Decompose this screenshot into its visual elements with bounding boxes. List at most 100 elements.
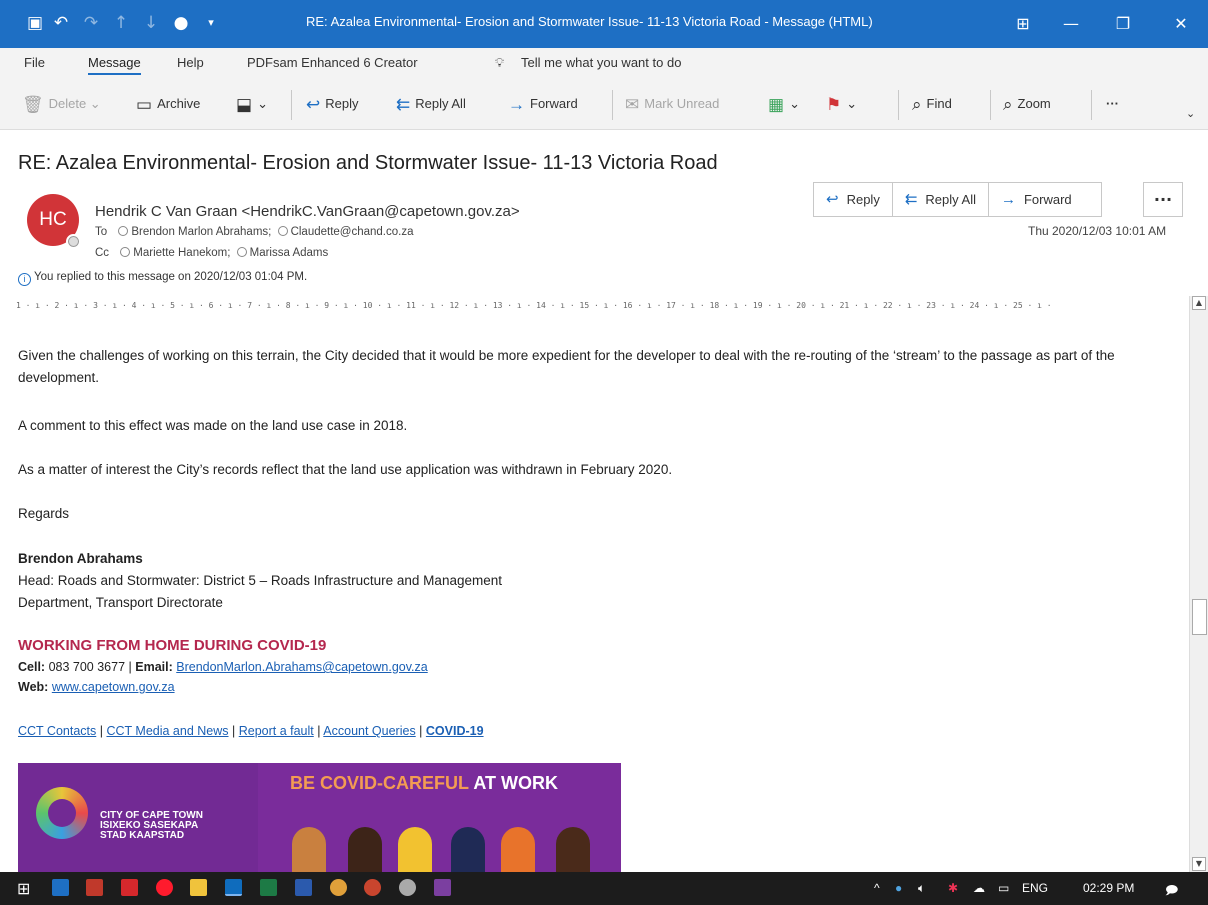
recipient[interactable]: Marissa Adams: [250, 247, 329, 259]
header-reply-button[interactable]: ↩ Reply: [814, 183, 893, 216]
link-account-queries[interactable]: Account Queries: [323, 724, 415, 738]
opera-icon[interactable]: [156, 879, 173, 896]
monitor-icon[interactable]: ▭: [998, 881, 1009, 895]
signature-title: Head: Roads and Stormwater: District 5 –…: [18, 573, 502, 588]
signature-department: Department, Transport Directorate: [18, 595, 223, 610]
body-paragraph: Given the challenges of working on this …: [18, 348, 1115, 385]
covid-heading: WORKING FROM HOME DURING COVID-19: [18, 637, 327, 654]
scroll-down-icon[interactable]: ▼: [1192, 857, 1206, 871]
message-actions: ↩ Reply ⇇ Reply All → Forward: [813, 182, 1102, 217]
banner-title: BE COVID-CAREFUL AT WORK: [290, 773, 558, 793]
onenote-icon[interactable]: [434, 879, 451, 896]
recipient[interactable]: Claudette@chand.co.za: [291, 226, 414, 238]
close-button[interactable]: ✕: [1158, 0, 1204, 48]
envelope-icon: ✉: [625, 94, 640, 114]
mark-unread-button[interactable]: ✉ Mark Unread: [625, 92, 719, 116]
windows-start-icon[interactable]: ⊞: [17, 879, 30, 899]
contact-line: Cell: 083 700 3677 | Email: BrendonMarlo…: [18, 660, 428, 674]
separator: [990, 90, 991, 120]
ribbon-display-options-icon[interactable]: ⊞: [1000, 0, 1046, 48]
excel-icon[interactable]: [260, 879, 277, 896]
email-link[interactable]: BrendonMarlon.Abrahams@capetown.gov.za: [176, 660, 427, 674]
banner-logo-area: CITY OF CAPE TOWN ISIXEKO SASEKAPA STAD …: [18, 763, 258, 873]
org-name: CITY OF CAPE TOWN ISIXEKO SASEKAPA STAD …: [100, 810, 203, 841]
forward-button[interactable]: → Forward: [508, 92, 578, 116]
more-actions-button[interactable]: ···: [1143, 182, 1183, 217]
volume-icon[interactable]: 🔈︎: [918, 881, 925, 896]
covid-banner[interactable]: CITY OF CAPE TOWN ISIXEKO SASEKAPA STAD …: [18, 763, 621, 873]
find-button[interactable]: ⌕ Find: [912, 92, 952, 116]
network-app-icon[interactable]: ●: [895, 881, 902, 895]
separator: [898, 90, 899, 120]
menu-help[interactable]: Help: [177, 55, 204, 70]
menu-message[interactable]: Message: [88, 55, 141, 75]
link-covid-19[interactable]: COVID-19: [426, 724, 484, 738]
clock[interactable]: 02:29 PM: [1083, 881, 1134, 895]
recipient[interactable]: Brendon Marlon Abrahams;: [131, 226, 271, 238]
menu-pdfsam[interactable]: PDFsam Enhanced 6 Creator: [247, 55, 418, 70]
presence-status-icon: [66, 234, 81, 249]
body-paragraph: As a matter of interest the City’s recor…: [18, 462, 673, 477]
record-icon[interactable]: ●: [170, 12, 192, 34]
zoom-button[interactable]: ⌕ Zoom: [1003, 92, 1051, 116]
save-icon[interactable]: ▣: [24, 12, 46, 34]
restore-button[interactable]: ❐: [1100, 0, 1146, 48]
archive-button[interactable]: ▭ Archive: [136, 92, 200, 116]
reply-icon: ↩: [306, 94, 321, 114]
header-reply-all-button[interactable]: ⇇ Reply All: [893, 183, 989, 216]
scroll-thumb[interactable]: [1192, 599, 1207, 635]
tell-me-box[interactable]: Tell me what you want to do: [521, 55, 681, 70]
link-cct-contacts[interactable]: CCT Contacts: [18, 724, 96, 738]
link-cct-media[interactable]: CCT Media and News: [106, 724, 228, 738]
message-date: Thu 2020/12/03 10:01 AM: [1028, 224, 1167, 238]
reply-all-button[interactable]: ⇇ Reply All: [396, 92, 466, 116]
outlook-icon[interactable]: [225, 879, 242, 896]
archive-icon: ▭: [136, 94, 153, 114]
action-center-icon[interactable]: 🗩︎: [1165, 881, 1178, 902]
undo-icon[interactable]: ↶: [50, 12, 72, 34]
reply-button[interactable]: ↩ Reply: [306, 92, 359, 116]
down-arrow-icon[interactable]: ↓: [140, 12, 162, 34]
reply-icon: ↩: [826, 191, 839, 208]
vertical-scrollbar[interactable]: ▲ ▼: [1189, 296, 1208, 872]
move-button[interactable]: ⬓ ⌄: [236, 92, 268, 116]
onedrive-icon[interactable]: ☁: [973, 881, 985, 895]
acrobat-icon[interactable]: [121, 879, 138, 896]
minimize-button[interactable]: —: [1048, 0, 1094, 48]
link-report-fault[interactable]: Report a fault: [239, 724, 314, 738]
redo-icon[interactable]: ↷: [80, 12, 102, 34]
delete-button[interactable]: 🗑︎ Delete ⌄: [22, 92, 101, 116]
language-indicator[interactable]: ENG: [1022, 881, 1048, 895]
show-hidden-icons[interactable]: ^: [874, 881, 880, 895]
signature-name: Brendon Abrahams: [18, 551, 143, 566]
more-commands-button[interactable]: ···: [1106, 92, 1119, 116]
notification-app-icon[interactable]: ✱: [948, 881, 958, 895]
to-line: To Brendon Marlon Abrahams; Claudette@ch…: [95, 226, 414, 238]
follow-up-button[interactable]: ⚑ ⌄: [826, 92, 857, 116]
scroll-up-icon[interactable]: ▲: [1192, 296, 1206, 310]
wordpress-icon[interactable]: [399, 879, 416, 896]
web-link[interactable]: www.capetown.gov.za: [52, 680, 175, 694]
menu-file[interactable]: File: [24, 55, 45, 70]
flag-icon: ⚑: [826, 94, 842, 114]
title-bar: ▣ ↶ ↷ ↑ ↓ ● ▾ RE: Azalea Environmental- …: [0, 0, 1208, 48]
taskbar: ⊞ ^ ● 🔈︎ ✱ ☁ ▭ ENG 02:29 PM 🗩︎: [0, 872, 1208, 905]
ruler: 1 · ı · 2 · ı · 3 · ı · 4 · ı · 5 · ı · …: [16, 301, 1052, 310]
categorize-button[interactable]: ▦ ⌄: [768, 92, 800, 116]
app-icon[interactable]: [86, 879, 103, 896]
word-icon[interactable]: [295, 879, 312, 896]
sender[interactable]: Hendrik C Van Graan <HendrikC.VanGraan@c…: [95, 203, 520, 220]
customize-toolbar-icon[interactable]: ▾: [200, 12, 222, 34]
task-view-icon[interactable]: [52, 879, 69, 896]
powerpoint-icon[interactable]: [364, 879, 381, 896]
worker-illustration: [501, 827, 535, 873]
menu-bar: File Message Help PDFsam Enhanced 6 Crea…: [0, 48, 1208, 78]
body-paragraph: A comment to this effect was made on the…: [18, 418, 408, 433]
recipient[interactable]: Mariette Hanekom;: [133, 247, 230, 259]
header-forward-button[interactable]: → Forward: [989, 183, 1101, 216]
ribbon: 🗑︎ Delete ⌄ ▭ Archive ⬓ ⌄ ↩ Reply ⇇ Reply All…: [0, 78, 1208, 130]
file-explorer-icon[interactable]: [190, 879, 207, 896]
expand-ribbon-icon[interactable]: ⌄: [1186, 102, 1195, 126]
up-arrow-icon[interactable]: ↑: [110, 12, 132, 34]
chrome-icon[interactable]: [330, 879, 347, 896]
